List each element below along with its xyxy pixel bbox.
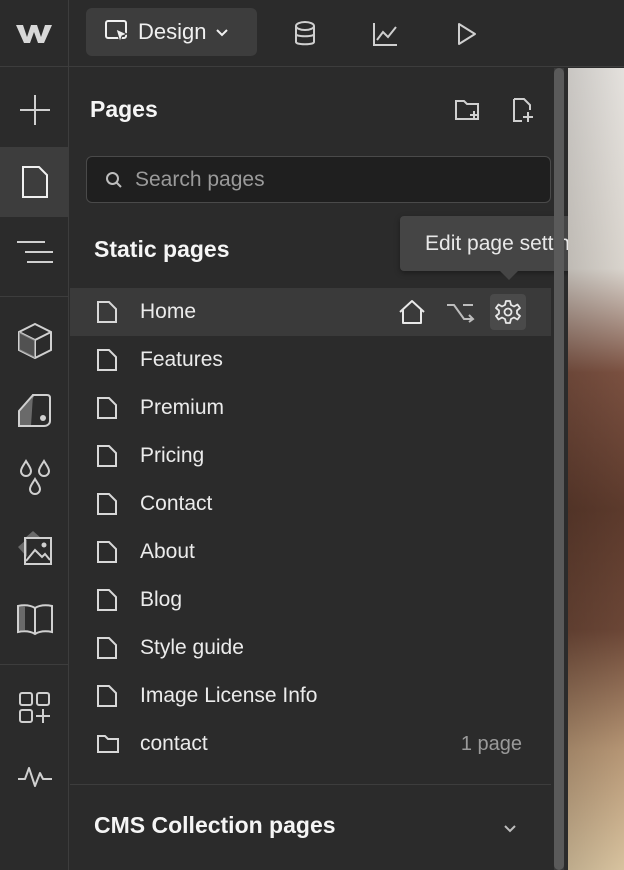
- page-icon: [97, 301, 117, 323]
- variables-drops-icon[interactable]: [0, 444, 69, 514]
- page-label: Features: [140, 348, 223, 371]
- design-mode-label: Design: [138, 19, 207, 44]
- audit-pulse-icon[interactable]: [0, 742, 69, 812]
- page-icon: [97, 349, 117, 371]
- assets-image-icon[interactable]: [0, 514, 69, 584]
- page-row-about[interactable]: About: [70, 528, 551, 576]
- page-icon: [97, 493, 117, 515]
- page-row-contact[interactable]: Contact: [70, 480, 551, 528]
- new-folder-icon[interactable]: [452, 94, 484, 126]
- rail-divider: [0, 296, 69, 297]
- static-pages-heading: Static pages: [94, 236, 230, 262]
- panel-title: Pages: [90, 96, 158, 122]
- page-row-features[interactable]: Features: [70, 336, 551, 384]
- scrollbar-thumb[interactable]: [554, 68, 564, 870]
- add-plus-icon[interactable]: [0, 75, 69, 145]
- page-icon: [97, 445, 117, 467]
- folder-page-count: 1 page: [460, 732, 522, 755]
- search-input[interactable]: [135, 167, 515, 192]
- page-icon: [97, 589, 117, 611]
- page-label: Style guide: [140, 636, 244, 659]
- chevron-down-icon: [214, 24, 230, 40]
- new-page-icon[interactable]: [507, 94, 539, 126]
- page-row-home[interactable]: Home: [70, 288, 551, 336]
- webflow-logo-icon[interactable]: [0, 0, 69, 67]
- tooltip-arrow: [500, 271, 518, 280]
- page-row-premium[interactable]: Premium: [70, 384, 551, 432]
- folder-icon: [97, 735, 119, 753]
- search-icon: [105, 171, 123, 189]
- left-toolbar: [0, 67, 69, 870]
- cms-database-icon[interactable]: [285, 14, 325, 54]
- pages-panel: Pages Static pages Home: [70, 68, 551, 870]
- tooltip-text: Edit page settings: [425, 231, 592, 255]
- style-selectors-icon[interactable]: [0, 375, 69, 445]
- page-label: Premium: [140, 396, 225, 419]
- page-icon: [97, 397, 117, 419]
- page-label: Home: [140, 300, 197, 323]
- design-mode-button[interactable]: Design: [86, 8, 257, 56]
- analytics-chart-icon[interactable]: [365, 14, 405, 54]
- components-cube-icon[interactable]: [0, 306, 69, 376]
- search-pages-field[interactable]: [86, 156, 551, 203]
- branch-icon[interactable]: [442, 294, 478, 330]
- chevron-down-icon[interactable]: [498, 816, 522, 840]
- page-row-pricing[interactable]: Pricing: [70, 432, 551, 480]
- gear-icon[interactable]: [490, 294, 526, 330]
- home-icon[interactable]: [394, 294, 430, 330]
- page-label: About: [140, 540, 195, 563]
- cms-collection-pages-heading[interactable]: CMS Collection pages: [94, 812, 336, 839]
- navigator-icon[interactable]: [0, 217, 69, 287]
- page-icon: [97, 541, 117, 563]
- rail-divider: [0, 664, 69, 665]
- apps-icon[interactable]: [0, 673, 69, 743]
- canvas-preview[interactable]: [568, 68, 624, 870]
- page-row-style-guide[interactable]: Style guide: [70, 624, 551, 672]
- folder-label: contact: [140, 732, 208, 755]
- top-bar: Design: [0, 0, 624, 67]
- page-row-image-license-info[interactable]: Image License Info: [70, 672, 551, 720]
- page-label: Pricing: [140, 444, 205, 467]
- page-label: Contact: [140, 492, 213, 515]
- design-cursor-icon: [104, 19, 130, 45]
- folder-row-contact[interactable]: contact 1 page: [70, 720, 551, 768]
- page-icon: [97, 637, 117, 659]
- preview-play-icon[interactable]: [446, 14, 486, 54]
- page-row-blog[interactable]: Blog: [70, 576, 551, 624]
- page-label: Image License Info: [140, 684, 318, 707]
- library-book-icon[interactable]: [0, 584, 69, 654]
- section-divider: [70, 784, 551, 785]
- pages-icon[interactable]: [0, 147, 69, 217]
- page-label: Blog: [140, 588, 183, 611]
- page-icon: [97, 685, 117, 707]
